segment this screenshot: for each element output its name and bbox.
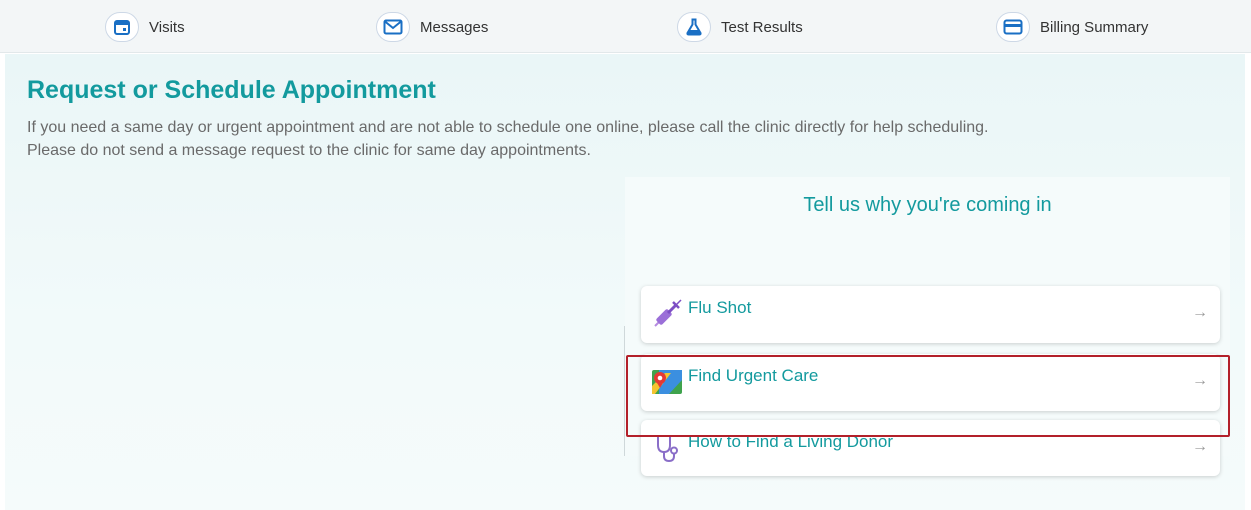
syringe-icon <box>651 298 683 330</box>
envelope-icon <box>376 12 410 42</box>
nav-item-billing-summary[interactable]: Billing Summary <box>996 12 1148 42</box>
arrow-right-icon: → <box>1192 304 1208 321</box>
page-title: Request or Schedule Appointment <box>27 76 436 104</box>
intro-line-1: If you need a same day or urgent appoint… <box>27 119 989 136</box>
flask-icon <box>677 12 711 42</box>
stethoscope-icon <box>651 432 683 464</box>
top-navigation: Visits Messages Test Results Billing Sum… <box>0 0 1251 53</box>
nav-item-test-results[interactable]: Test Results <box>677 12 803 42</box>
arrow-right-icon: → <box>1192 372 1208 389</box>
credit-card-icon <box>996 12 1030 42</box>
reason-card-find-urgent-care[interactable]: Find Urgent Care → <box>641 354 1220 411</box>
nav-label-test-results: Test Results <box>721 18 803 36</box>
nav-item-messages[interactable]: Messages <box>376 12 488 42</box>
panel-divider <box>624 326 625 456</box>
nav-label-messages: Messages <box>420 18 489 36</box>
nav-item-visits[interactable]: Visits <box>105 12 185 42</box>
reason-card-flu-shot[interactable]: Flu Shot → <box>641 286 1220 343</box>
intro-text: If you need a same day or urgent appoint… <box>27 116 1227 162</box>
nav-label-billing-summary: Billing Summary <box>1040 18 1149 36</box>
reason-label-find-urgent-care: Find Urgent Care <box>688 366 819 385</box>
reason-card-living-donor[interactable]: How to Find a Living Donor → <box>641 420 1220 476</box>
reason-label-living-donor: How to Find a Living Donor <box>688 432 894 451</box>
nav-label-visits: Visits <box>149 18 185 36</box>
map-icon <box>651 366 683 398</box>
reasons-title: Tell us why you're coming in <box>803 194 1052 216</box>
reason-label-flu-shot: Flu Shot <box>688 298 752 317</box>
intro-line-2: Please do not send a message request to … <box>27 142 591 159</box>
calendar-icon <box>105 12 139 42</box>
arrow-right-icon: → <box>1192 438 1208 455</box>
